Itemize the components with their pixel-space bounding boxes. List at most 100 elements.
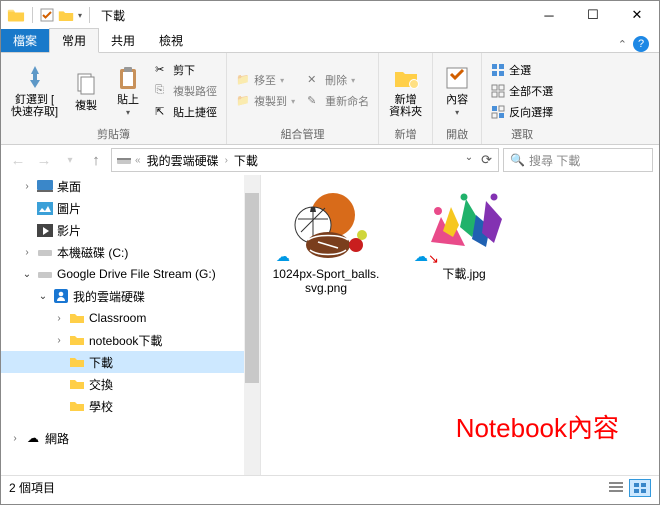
close-button[interactable]: ✕ xyxy=(615,1,659,29)
paste-icon xyxy=(114,64,142,92)
drive-icon xyxy=(116,154,132,166)
delete-button[interactable]: ✕刪除▾ xyxy=(304,71,372,89)
folder-icon xyxy=(69,398,85,414)
copyto-button[interactable]: 📁複製到▾ xyxy=(233,92,298,110)
qat-check-icon[interactable] xyxy=(40,8,54,22)
tree-pictures[interactable]: 圖片 xyxy=(1,197,260,219)
file-name: 1024px-Sport_balls.svg.png xyxy=(271,267,381,295)
selectnone-button[interactable]: 全部不選 xyxy=(488,82,556,100)
folder-icon xyxy=(69,354,85,370)
rename-button[interactable]: ✎重新命名 xyxy=(304,92,372,110)
rename-icon: ✎ xyxy=(307,94,321,108)
crumb-sep-icon[interactable]: › xyxy=(225,155,228,166)
properties-button[interactable]: 內容▾ xyxy=(439,62,475,119)
search-input[interactable]: 🔍 搜尋 下載 xyxy=(503,148,653,172)
newfolder-icon xyxy=(392,64,420,92)
group-select: 選取 xyxy=(488,124,556,142)
videos-icon xyxy=(37,222,53,238)
qat-dropdown-icon[interactable]: ▾ xyxy=(78,11,82,20)
newfolder-button[interactable]: 新增 資料夾 xyxy=(385,62,426,120)
invert-icon xyxy=(491,105,505,119)
file-item[interactable]: ☁ 1024px-Sport_balls.svg.png xyxy=(271,187,381,295)
moveto-icon: 📁 xyxy=(236,73,250,87)
tree-videos[interactable]: 影片 xyxy=(1,219,260,241)
tree-localc[interactable]: ›本機磁碟 (C:) xyxy=(1,241,260,263)
annotation-text: Notebook內容 xyxy=(456,408,619,445)
nav-up-button[interactable]: ↑ xyxy=(85,149,107,171)
copyto-icon: 📁 xyxy=(236,94,250,108)
tree-exchange[interactable]: 交換 xyxy=(1,373,260,395)
view-icons-button[interactable] xyxy=(629,479,651,497)
desktop-icon xyxy=(37,178,53,194)
nav-forward-button[interactable]: → xyxy=(33,149,55,171)
file-pane[interactable]: ☁ 1024px-Sport_balls.svg.png ☁ ↘ xyxy=(261,175,659,475)
tree-school[interactable]: 學校 xyxy=(1,395,260,417)
file-thumbnail: ☁ ↘ xyxy=(416,187,512,263)
pasteshortcut-button[interactable]: ⇱貼上捷徑 xyxy=(152,103,220,121)
person-icon xyxy=(53,288,69,304)
cloud-icon: ☁ xyxy=(414,248,428,265)
network-icon: ☁ xyxy=(25,430,41,446)
refresh-button[interactable]: ⟳ xyxy=(481,152,492,168)
window-title: 下載 xyxy=(101,7,125,24)
folder-icon xyxy=(69,376,85,392)
tree-download[interactable]: 下載 xyxy=(1,351,260,373)
tab-home[interactable]: 常用 xyxy=(49,28,99,53)
tab-file[interactable]: 檔案 xyxy=(1,29,49,52)
copy-button[interactable]: 複製 xyxy=(68,68,104,114)
tree-gdrive[interactable]: ⌄Google Drive File Stream (G:) xyxy=(1,263,260,285)
nav-back-button[interactable]: ← xyxy=(7,149,29,171)
tab-share[interactable]: 共用 xyxy=(99,29,147,52)
tree-network[interactable]: ›☁網路 xyxy=(1,427,260,449)
maximize-button[interactable]: ☐ xyxy=(571,1,615,29)
crumb-1[interactable]: 我的雲端硬碟 xyxy=(144,152,222,169)
help-button[interactable]: ? xyxy=(633,36,649,52)
file-thumbnail: ☁ xyxy=(278,187,374,263)
delete-icon: ✕ xyxy=(307,73,321,87)
pictures-icon xyxy=(37,200,53,216)
tree-mydrive[interactable]: ⌄我的雲端硬碟 xyxy=(1,285,260,307)
tree-desktop[interactable]: ›桌面 xyxy=(1,175,260,197)
nav-tree: ›桌面 圖片 影片 ›本機磁碟 (C:) ⌄Google Drive File … xyxy=(1,175,261,475)
folder-icon-small xyxy=(58,9,74,22)
tree-nbdl[interactable]: ›notebook下載 xyxy=(1,329,260,351)
minimize-button[interactable]: ─ xyxy=(527,1,571,29)
folder-icon xyxy=(7,8,25,22)
address-bar: ← → ▾ ↑ « 我的雲端硬碟 › 下載 ⌄ ⟳ 🔍 搜尋 下載 xyxy=(1,145,659,175)
arrow-annotation-icon: ↘ xyxy=(428,251,439,267)
pin-icon xyxy=(21,64,49,92)
tab-view[interactable]: 檢視 xyxy=(147,29,195,52)
group-clipboard: 剪貼簿 xyxy=(7,124,220,142)
tree-scrollbar[interactable] xyxy=(244,175,260,475)
address-box[interactable]: « 我的雲端硬碟 › 下載 ⌄ ⟳ xyxy=(111,148,499,172)
view-details-button[interactable] xyxy=(605,479,627,497)
properties-icon xyxy=(443,64,471,92)
crumb-2[interactable]: 下載 xyxy=(231,152,261,169)
ribbon-tabs: 檔案 常用 共用 檢視 ⌃ ? xyxy=(1,29,659,53)
folder-icon xyxy=(69,310,85,326)
copypath-button[interactable]: ⎘複製路徑 xyxy=(152,82,220,100)
pin-button[interactable]: 釘選到 [ 快速存取] xyxy=(7,62,62,120)
gdrive-icon xyxy=(37,266,53,282)
group-open: 開啟 xyxy=(439,124,475,142)
copy-icon xyxy=(72,70,100,98)
item-count: 2 個項目 xyxy=(9,479,55,496)
file-item[interactable]: ☁ ↘ 下載.jpg xyxy=(409,187,519,281)
group-organize: 組合管理 xyxy=(233,124,372,142)
status-bar: 2 個項目 xyxy=(1,475,659,499)
search-icon: 🔍 xyxy=(510,153,525,167)
cut-icon: ✂ xyxy=(155,63,169,77)
tree-classroom[interactable]: ›Classroom xyxy=(1,307,260,329)
selectall-icon xyxy=(491,63,505,77)
paste-button[interactable]: 貼上 ▾ xyxy=(110,62,146,119)
invert-button[interactable]: 反向選擇 xyxy=(488,103,556,121)
ribbon-collapse-icon[interactable]: ⌃ xyxy=(618,38,627,51)
file-name: 下載.jpg xyxy=(409,267,519,281)
folder-icon xyxy=(69,332,85,348)
cut-button[interactable]: ✂剪下 xyxy=(152,61,220,79)
moveto-button[interactable]: 📁移至▾ xyxy=(233,71,298,89)
nav-recent-button[interactable]: ▾ xyxy=(59,149,81,171)
cloud-icon: ☁ xyxy=(276,248,290,265)
selectall-button[interactable]: 全選 xyxy=(488,61,556,79)
address-dropdown-icon[interactable]: ⌄ xyxy=(465,152,473,168)
